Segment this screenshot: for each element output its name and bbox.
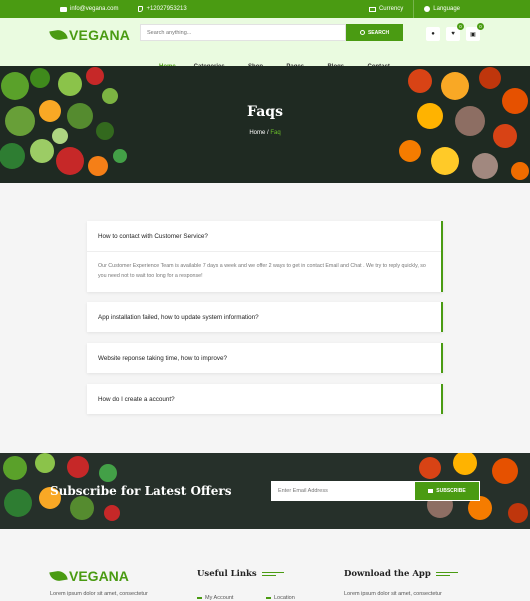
dash-icon bbox=[266, 597, 271, 599]
language-selector[interactable]: Language bbox=[413, 0, 470, 18]
breadcrumb-separator: / bbox=[267, 130, 269, 136]
user-icon: ● bbox=[431, 31, 435, 37]
faq-item[interactable]: Website reponse taking time, how to impr… bbox=[87, 343, 443, 373]
breadcrumb-home[interactable]: Home bbox=[249, 130, 265, 136]
download-app-text: Lorem ipsum dolor sit amet, consectetur bbox=[344, 591, 442, 597]
faq-item[interactable]: App installation failed, how to update s… bbox=[87, 302, 443, 332]
faq-question[interactable]: Website reponse taking time, how to impr… bbox=[87, 343, 441, 373]
dash-icon bbox=[197, 597, 202, 599]
download-app-title: Download the App bbox=[344, 569, 458, 579]
subscribe-title: Subscribe for Latest Offers bbox=[50, 484, 232, 498]
globe-icon bbox=[424, 6, 431, 12]
useful-links-title: Useful Links bbox=[197, 569, 284, 579]
wishlist-count-badge: 0 bbox=[457, 23, 464, 30]
heart-icon: ♥ bbox=[451, 31, 455, 37]
faq-item[interactable]: How do I create a account? bbox=[87, 384, 443, 414]
search-button-label: SEARCH bbox=[367, 29, 390, 36]
currency-selector[interactable]: Currency bbox=[359, 0, 413, 18]
top-email[interactable]: info@vegana.com bbox=[60, 6, 118, 12]
search-icon bbox=[359, 30, 365, 35]
phone-icon bbox=[138, 6, 144, 12]
header: VEGANA SEARCH ● ♥ 0 ▣ 0 Home Categories⌄… bbox=[0, 18, 530, 70]
header-icons: ● ♥ 0 ▣ 0 bbox=[426, 23, 484, 41]
footer-logo[interactable]: VEGANA bbox=[49, 568, 129, 584]
title-underline-icon bbox=[261, 571, 284, 577]
subscribe-banner: Subscribe for Latest Offers SUBSCRIBE bbox=[0, 453, 530, 529]
email-field[interactable] bbox=[272, 482, 415, 500]
logo-text: VEGANA bbox=[69, 27, 131, 43]
mail-icon bbox=[60, 6, 67, 12]
search-button[interactable]: SEARCH bbox=[346, 24, 403, 41]
food-image bbox=[399, 67, 529, 180]
subscribe-button[interactable]: SUBSCRIBE bbox=[415, 482, 479, 500]
cart-button[interactable]: ▣ 0 bbox=[466, 23, 484, 41]
breadcrumb: Home / Faq bbox=[0, 130, 530, 136]
leaf-logo-icon bbox=[49, 569, 68, 583]
language-label[interactable]: Language bbox=[433, 6, 460, 12]
email-text[interactable]: info@vegana.com bbox=[70, 6, 118, 12]
top-bar: info@vegana.com +12027953213 Currency La… bbox=[0, 0, 530, 18]
subscribe-button-label: SUBSCRIBE bbox=[436, 488, 466, 494]
footer: VEGANA Lorem ipsum dolor sit amet, conse… bbox=[0, 529, 530, 601]
wishlist-button[interactable]: ♥ 0 bbox=[446, 23, 464, 41]
faq-question[interactable]: How do I create a account? bbox=[87, 384, 441, 414]
useful-links-heading: Useful Links bbox=[197, 569, 257, 579]
money-icon bbox=[368, 6, 376, 12]
faq-question[interactable]: App installation failed, how to update s… bbox=[87, 302, 441, 332]
footer-link-my-account[interactable]: My Account bbox=[197, 595, 233, 601]
faq-answer: Our Customer Experience Team is availabl… bbox=[87, 251, 441, 292]
search-bar: SEARCH bbox=[140, 24, 403, 41]
footer-description: Lorem ipsum dolor sit amet, consectetur bbox=[50, 591, 148, 597]
footer-link-label: Location bbox=[274, 595, 295, 601]
search-input[interactable] bbox=[140, 24, 346, 41]
page-title: Faqs bbox=[247, 104, 283, 120]
currency-label[interactable]: Currency bbox=[379, 6, 403, 12]
vegetables-image bbox=[0, 67, 127, 176]
leaf-logo-icon bbox=[49, 28, 68, 42]
phone-text[interactable]: +12027953213 bbox=[146, 6, 186, 12]
footer-logo-text: VEGANA bbox=[69, 568, 129, 584]
footer-link-label: My Account bbox=[205, 595, 234, 601]
page-banner: Faqs Home / Faq bbox=[0, 66, 530, 183]
envelope-icon bbox=[428, 489, 434, 493]
breadcrumb-current: Faq bbox=[270, 130, 281, 136]
top-phone[interactable]: +12027953213 bbox=[138, 6, 187, 12]
subscribe-form: SUBSCRIBE bbox=[271, 481, 480, 501]
cart-icon: ▣ bbox=[470, 31, 476, 38]
title-underline-icon bbox=[435, 571, 458, 577]
faq-item[interactable]: How to contact with Customer Service? Ou… bbox=[87, 221, 443, 292]
footer-link-location[interactable]: Location bbox=[266, 595, 295, 601]
account-button[interactable]: ● bbox=[426, 27, 440, 41]
cart-count-badge: 0 bbox=[477, 23, 484, 30]
download-app-heading: Download the App bbox=[344, 569, 431, 579]
faq-section: How to contact with Customer Service? Ou… bbox=[0, 183, 530, 453]
site-logo[interactable]: VEGANA bbox=[49, 27, 131, 43]
faq-question[interactable]: How to contact with Customer Service? bbox=[87, 221, 441, 251]
